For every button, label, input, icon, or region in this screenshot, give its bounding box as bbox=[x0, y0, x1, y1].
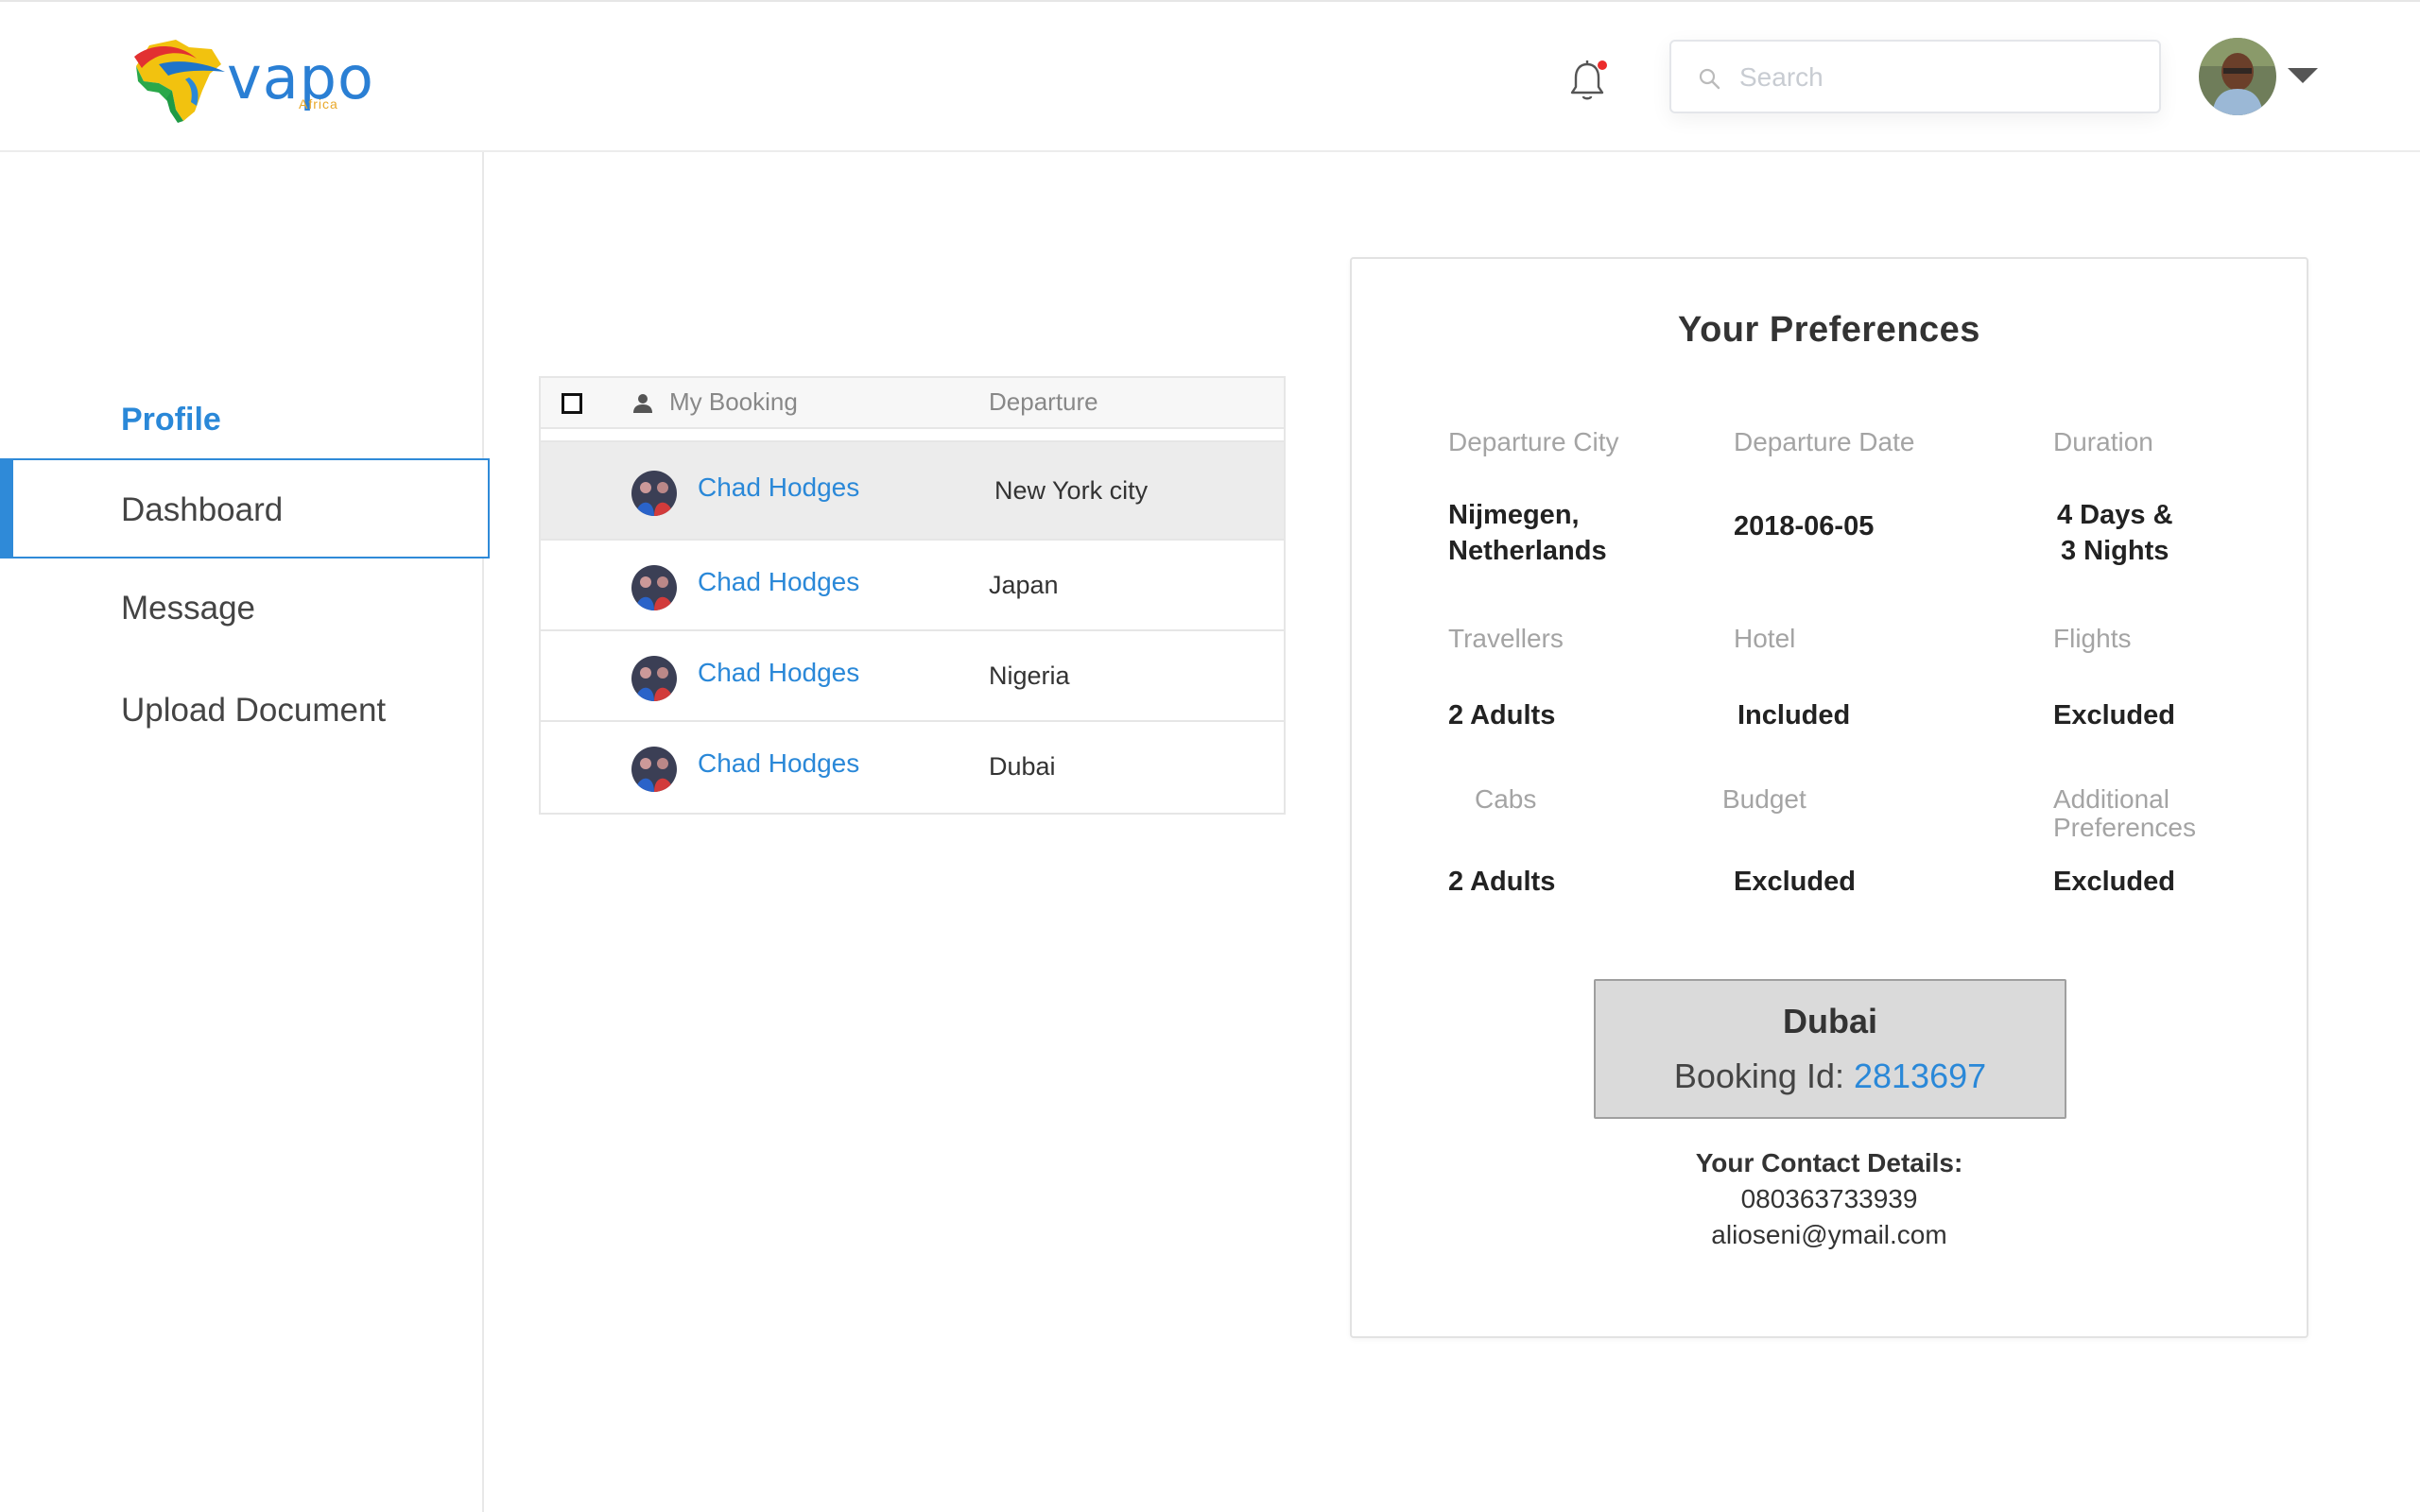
travellers-value: 2 Adults bbox=[1448, 700, 1556, 730]
user-avatar[interactable] bbox=[2199, 38, 2276, 115]
top-header: vapo Africa bbox=[0, 0, 2420, 152]
row-avatar bbox=[631, 565, 677, 610]
sidebar: Profile Dashboard Message Upload Documen… bbox=[0, 152, 490, 1512]
flights-label: Flights bbox=[2053, 624, 2132, 653]
destination-booking-box[interactable]: Dubai Booking Id: 2813697 bbox=[1594, 979, 2066, 1119]
sidebar-item-upload-document[interactable]: Upload Document bbox=[0, 661, 490, 761]
table-row[interactable]: Chad Hodges Nigeria bbox=[541, 631, 1284, 722]
group-photo-icon bbox=[631, 471, 677, 516]
additional-preferences-value: Excluded bbox=[2053, 867, 2175, 897]
booking-id-value[interactable]: 2813697 bbox=[1854, 1057, 1986, 1095]
preferences-title: Your Preferences bbox=[1678, 310, 1980, 350]
hotel-value: Included bbox=[1737, 700, 1851, 730]
booking-departure: Dubai bbox=[989, 752, 1056, 781]
logo-subtitle: Africa bbox=[299, 96, 338, 112]
row-avatar bbox=[631, 656, 677, 701]
booking-name-link[interactable]: Chad Hodges bbox=[698, 567, 859, 597]
notification-dot bbox=[1598, 60, 1607, 70]
table-row[interactable]: Chad Hodges New York city bbox=[541, 442, 1284, 541]
budget-value: Excluded bbox=[1734, 867, 1856, 897]
column-header-departure[interactable]: Departure bbox=[989, 387, 1098, 417]
group-photo-icon bbox=[631, 747, 677, 792]
contact-details: Your Contact Details: 080363733939 alios… bbox=[1352, 1145, 2307, 1253]
contact-phone: 080363733939 bbox=[1740, 1184, 1918, 1213]
notification-button[interactable] bbox=[1569, 59, 1607, 102]
cabs-value: 2 Adults bbox=[1448, 867, 1556, 897]
account-dropdown-caret[interactable] bbox=[2288, 68, 2318, 83]
select-all-checkbox[interactable] bbox=[562, 393, 582, 414]
user-icon bbox=[633, 394, 652, 413]
vapo-logo[interactable]: vapo Africa bbox=[130, 36, 373, 125]
search-input[interactable] bbox=[1739, 55, 2136, 100]
departure-date-label: Departure Date bbox=[1734, 427, 1915, 456]
departure-city-value-line1: Nijmegen, bbox=[1448, 500, 1580, 530]
group-photo-icon bbox=[631, 656, 677, 701]
booking-id-line: Booking Id: 2813697 bbox=[1596, 1057, 2065, 1096]
sidebar-item-dashboard[interactable]: Dashboard bbox=[0, 458, 490, 558]
budget-label: Budget bbox=[1722, 784, 1806, 814]
cabs-label: Cabs bbox=[1475, 784, 1537, 814]
duration-value-line2: 3 Nights bbox=[2061, 536, 2169, 566]
bookings-table: My Booking Departure Chad Hodges New Yor… bbox=[539, 376, 1286, 815]
row-avatar bbox=[631, 747, 677, 792]
user-photo-icon bbox=[2199, 38, 2276, 115]
contact-email: alioseni@ymail.com bbox=[1711, 1220, 1947, 1249]
table-header: My Booking Departure bbox=[541, 378, 1284, 429]
hotel-label: Hotel bbox=[1734, 624, 1796, 653]
booking-name-link[interactable]: Chad Hodges bbox=[698, 748, 859, 779]
row-avatar bbox=[631, 471, 677, 516]
search-box[interactable] bbox=[1669, 40, 2161, 113]
booking-name-link[interactable]: Chad Hodges bbox=[698, 658, 859, 688]
travellers-label: Travellers bbox=[1448, 624, 1564, 653]
duration-label: Duration bbox=[2053, 427, 2153, 456]
booking-name-link[interactable]: Chad Hodges bbox=[698, 472, 859, 503]
africa-map-icon bbox=[134, 40, 225, 123]
contact-heading: Your Contact Details: bbox=[1695, 1148, 1963, 1177]
booking-departure: Japan bbox=[989, 571, 1059, 599]
sidebar-item-message[interactable]: Message bbox=[0, 558, 490, 659]
column-header-my-booking[interactable]: My Booking bbox=[669, 387, 798, 417]
duration-value-line1: 4 Days & bbox=[2057, 500, 2173, 530]
group-photo-icon bbox=[631, 565, 677, 610]
additional-preferences-label-line2: Preferences bbox=[2053, 813, 2196, 842]
preferences-card: Your Preferences Departure City Nijmegen… bbox=[1350, 257, 2308, 1338]
additional-preferences-label-line1: Additional bbox=[2053, 784, 2169, 814]
departure-city-value-line2: Netherlands bbox=[1448, 536, 1607, 566]
table-row[interactable]: Chad Hodges Japan bbox=[541, 541, 1284, 631]
booking-id-label: Booking Id: bbox=[1673, 1057, 1844, 1095]
departure-city-label: Departure City bbox=[1448, 427, 1619, 456]
search-icon bbox=[1699, 68, 1720, 90]
destination-city: Dubai bbox=[1782, 1002, 1877, 1040]
sidebar-title-profile[interactable]: Profile bbox=[121, 402, 221, 438]
table-spacer bbox=[541, 429, 1284, 442]
table-row[interactable]: Chad Hodges Dubai bbox=[541, 722, 1284, 813]
booking-departure: Nigeria bbox=[989, 662, 1070, 690]
booking-departure: New York city bbox=[994, 476, 1149, 505]
flights-value: Excluded bbox=[2053, 700, 2175, 730]
departure-date-value: 2018-06-05 bbox=[1734, 511, 1875, 541]
